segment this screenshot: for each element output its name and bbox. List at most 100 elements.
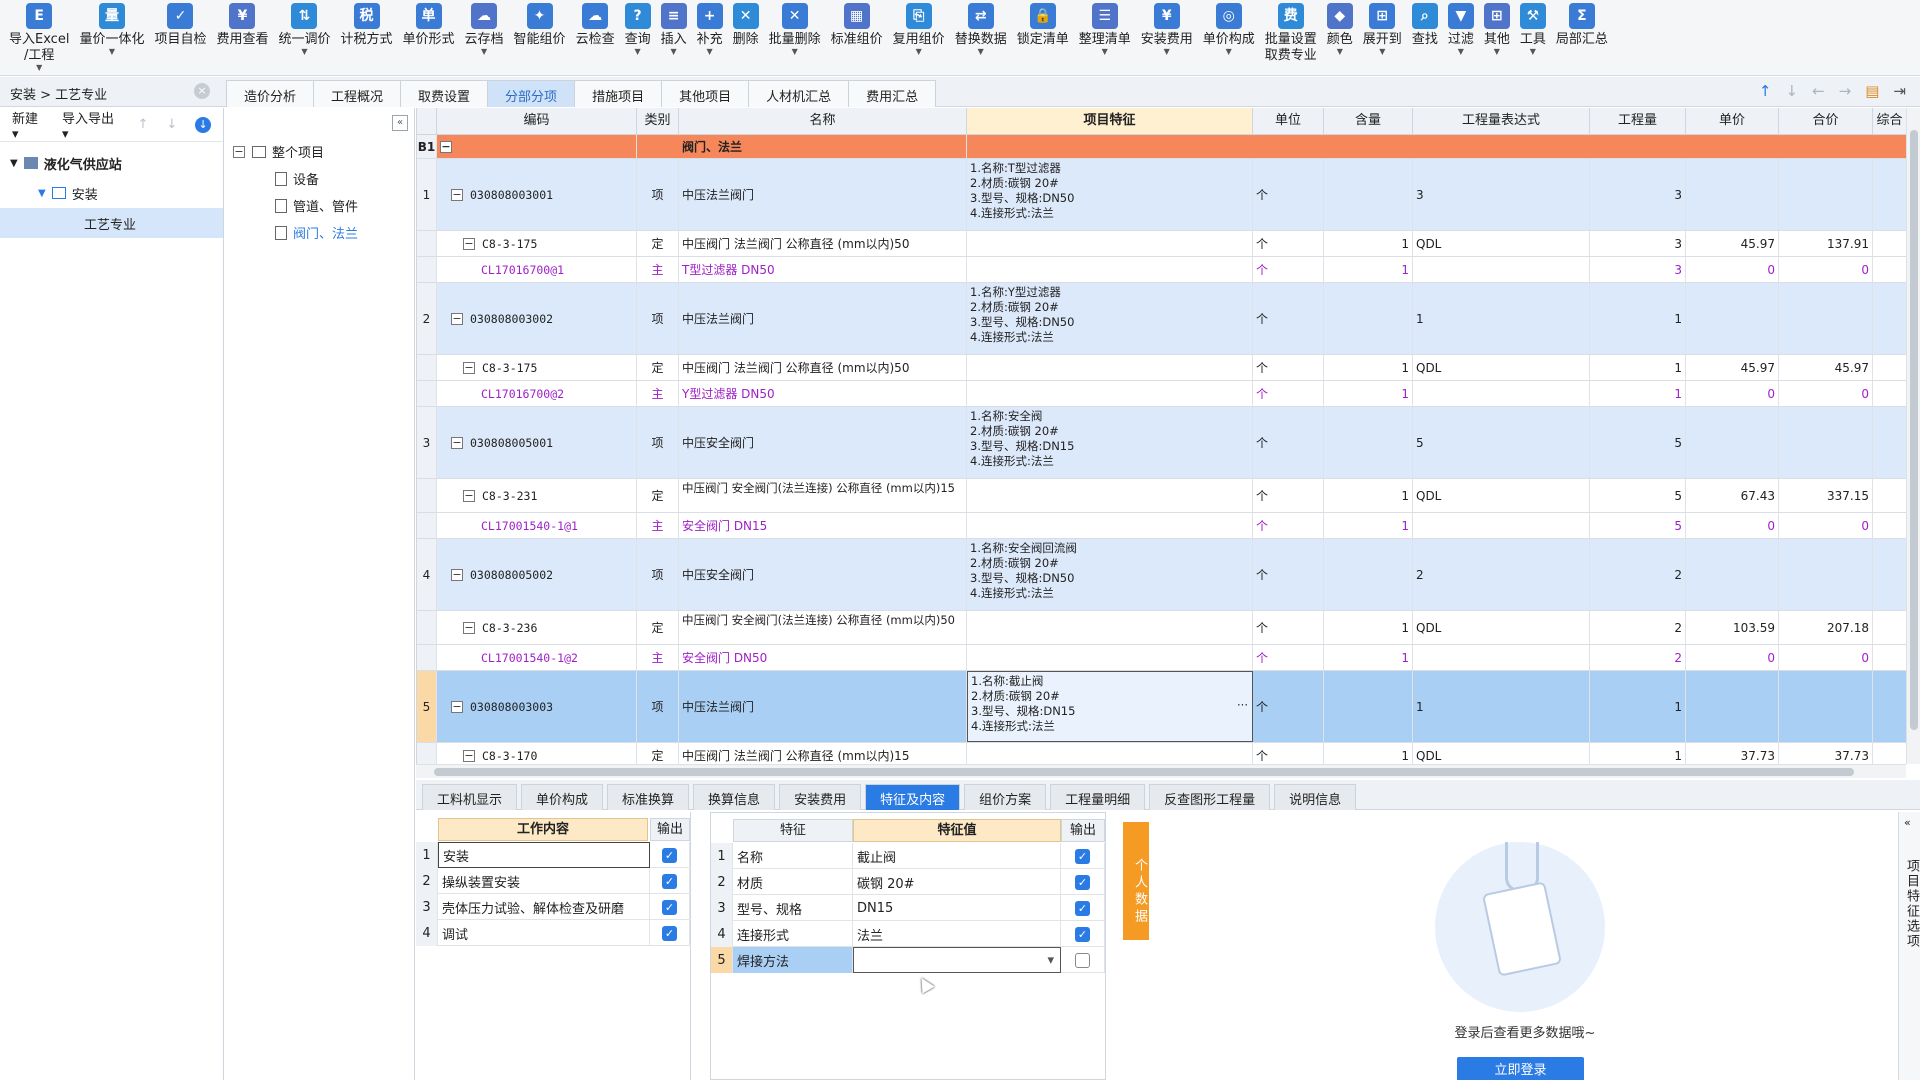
organize-list-button[interactable]: ☰ 整理清单 ▼ [1074,0,1136,76]
price-adjust-button[interactable]: ⇅ 统一调价 ▼ [273,0,335,76]
work-item[interactable]: 安装 [438,842,650,868]
bottom-tab-9[interactable]: 说明信息 [1274,784,1357,810]
column-settings-icon[interactable]: ▤ [1865,82,1879,100]
collapse-icon[interactable]: − [463,361,475,374]
collapse-icon[interactable]: − [451,700,463,713]
output-checkbox[interactable]: ✓ [1075,874,1090,890]
find-button[interactable]: ⌕ 查找 [1407,0,1443,76]
output-checkbox[interactable]: ✓ [662,925,677,941]
feature-value[interactable]: DN15 [853,895,1061,921]
table-row[interactable]: CL17001540-1@1 主 安全阀门 DN15 个 1 5 0 0 [417,513,1906,539]
feature-value[interactable]: 截止阀 [853,843,1061,869]
personal-data-tab[interactable]: 个人数据 [1123,822,1149,940]
collapse-icon[interactable]: − [451,188,463,201]
column-header-9[interactable]: 合价 [1779,108,1873,135]
work-row[interactable]: 1 安装 ✓ [416,842,691,868]
cost-view-button[interactable]: ¥ 费用查看 [211,0,273,76]
standard-pricing-button[interactable]: ▦ 标准组价 [826,0,888,76]
pin-icon[interactable]: ⇥ [1893,82,1906,100]
bottom-tab-0[interactable]: 工料机显示 [422,784,518,810]
download-icon[interactable]: ↓ [195,116,211,133]
collapse-icon[interactable]: − [463,749,475,762]
collapse-icon[interactable]: − [440,140,452,153]
down-arrow-icon[interactable]: ↓ [166,117,177,132]
section-root[interactable]: − 整个项目 [225,138,414,165]
column-header-7[interactable]: 工程量 [1590,108,1686,135]
table-row[interactable]: − C8-3-175 定 中压阀门 法兰阀门 公称直径 (mm以内)50 个 1 QDL 1 4… [417,355,1906,381]
tab-6[interactable]: 人材机汇总 [748,80,850,107]
feature-row[interactable]: 2 材质 碳钢 20# ✓ [711,869,1105,895]
table-row[interactable]: 2 −030808003002 项 中压法兰阀门 1.名称:Y型过滤器 2.材质:碳钢 … [417,283,1906,355]
unit-price-composition-button[interactable]: ◎ 单价构成 ▼ [1198,0,1260,76]
collapse-arrow-icon[interactable]: ▼ [10,158,18,169]
table-row[interactable]: − C8-3-236 定 中压阀门 安全阀门(法兰连接) 公称直径 (mm以内)50 个… [417,611,1906,645]
table-row[interactable]: 4 −030808005002 项 中压安全阀门 1.名称:安全阀回流阀 2.材质:碳钢… [417,539,1906,611]
login-button[interactable]: 立即登录 [1457,1057,1584,1080]
table-row[interactable]: − C8-3-175 定 中压阀门 法兰阀门 公称直径 (mm以内)50 个 1 QDL 3 4… [417,231,1906,257]
table-row[interactable]: CL17016700@2 主 Y型过滤器 DN50 个 1 1 0 0 [417,381,1906,407]
edit-ellipsis-icon[interactable]: ··· [1237,698,1248,713]
batch-settings-button[interactable]: 费批量设置 取费专业 [1260,0,1322,76]
move-right-icon[interactable]: → [1839,82,1852,100]
integration-button[interactable]: 量量价一体化 ▼ [74,0,149,76]
table-row[interactable]: 1 −030808003001 项 中压法兰阀门 1.名称:T型过滤器 2.材质:碳钢 … [417,159,1906,231]
partial-summary-button[interactable]: Σ 局部汇总 [1551,0,1613,76]
lock-list-button[interactable]: 🔒 锁定清单 [1012,0,1074,76]
work-item[interactable]: 壳体压力试验、解体检查及研磨 [438,894,650,920]
unit-price-form-button[interactable]: 单单价形式 [398,0,460,76]
move-up-icon[interactable]: ↑ [1759,82,1772,100]
collapse-pane-icon[interactable]: « [392,115,408,131]
tab-3[interactable]: 分部分项 [487,80,576,107]
output-checkbox[interactable] [1075,952,1090,968]
reuse-pricing-button[interactable]: ⎘ 复用组价 ▼ [888,0,950,76]
cloud-check-button[interactable]: ☁ 云检查 [571,0,620,76]
bottom-tab-6[interactable]: 组价方案 [964,784,1047,810]
output-checkbox[interactable]: ✓ [1075,900,1090,916]
collapse-icon[interactable]: − [463,489,475,502]
feature-value[interactable]: 法兰 [853,921,1061,947]
tab-1[interactable]: 工程概况 [313,80,402,107]
collapse-icon[interactable]: − [463,621,475,634]
collapse-icon[interactable]: − [233,145,245,158]
collapse-icon[interactable]: − [463,237,475,250]
query-button[interactable]: ? 查询 ▼ [620,0,656,76]
self-check-button[interactable]: ✓ 项目自检 [149,0,211,76]
feature-row[interactable]: 3 型号、规格 DN15 ✓ [711,895,1105,921]
column-header-3[interactable]: 项目特征 [967,108,1253,135]
work-row[interactable]: 2 操纵装置安装 ✓ [416,868,691,894]
bottom-tab-7[interactable]: 工程量明细 [1050,784,1146,810]
bottom-tab-4[interactable]: 安装费用 [779,784,862,810]
column-header-0[interactable]: 编码 [437,108,637,135]
filter-button[interactable]: ▼ 过滤 ▼ [1443,0,1479,76]
work-item[interactable]: 操纵装置安装 [438,868,650,894]
column-header-8[interactable]: 单价 [1686,108,1779,135]
column-header-2[interactable]: 名称 [679,108,967,135]
bottom-tab-3[interactable]: 换算信息 [693,784,776,810]
color-button[interactable]: ◆ 颜色 ▼ [1322,0,1358,76]
collapse-icon[interactable]: − [451,312,463,325]
group-row[interactable]: B1− 阀门、法兰 [417,135,1906,159]
supplement-button[interactable]: + 补充 ▼ [692,0,728,76]
vertical-scrollbar[interactable] [1906,108,1920,764]
scroll-thumb[interactable] [434,768,1854,776]
move-down-icon[interactable]: ↓ [1786,82,1799,100]
row-number-header[interactable] [417,108,437,135]
table-row[interactable]: − C8-3-170 定 中压阀门 法兰阀门 公称直径 (mm以内)15 个 1 QDL 1 3… [417,743,1906,764]
smart-pricing-button[interactable]: ✦ 智能组价 [509,0,571,76]
table-row[interactable]: 5 −030808003003 项 中压法兰阀门 1.名称:截止阀 2.材质:碳钢 20… [417,671,1906,743]
replace-data-button[interactable]: ⇄ 替换数据 ▼ [950,0,1012,76]
collapse-icon[interactable]: − [451,568,463,581]
horizontal-scrollbar[interactable] [416,764,1906,778]
bottom-tab-2[interactable]: 标准换算 [607,784,690,810]
output-checkbox[interactable]: ✓ [662,873,677,889]
dropdown-arrow-icon[interactable]: ▾ [1047,953,1054,968]
section-item-valve[interactable]: 阀门、法兰 [225,219,414,246]
tab-7[interactable]: 费用汇总 [848,80,937,107]
up-arrow-icon[interactable]: ↑ [137,117,148,132]
insert-button[interactable]: ≡ 插入 ▼ [656,0,692,76]
section-item-equipment[interactable]: 设备 [225,165,414,192]
column-header-10[interactable]: 综合 [1873,108,1906,135]
feature-value[interactable]: 碳钢 20# [853,869,1061,895]
scroll-thumb[interactable] [1910,130,1918,730]
feature-row[interactable]: 4 连接形式 法兰 ✓ [711,921,1105,947]
